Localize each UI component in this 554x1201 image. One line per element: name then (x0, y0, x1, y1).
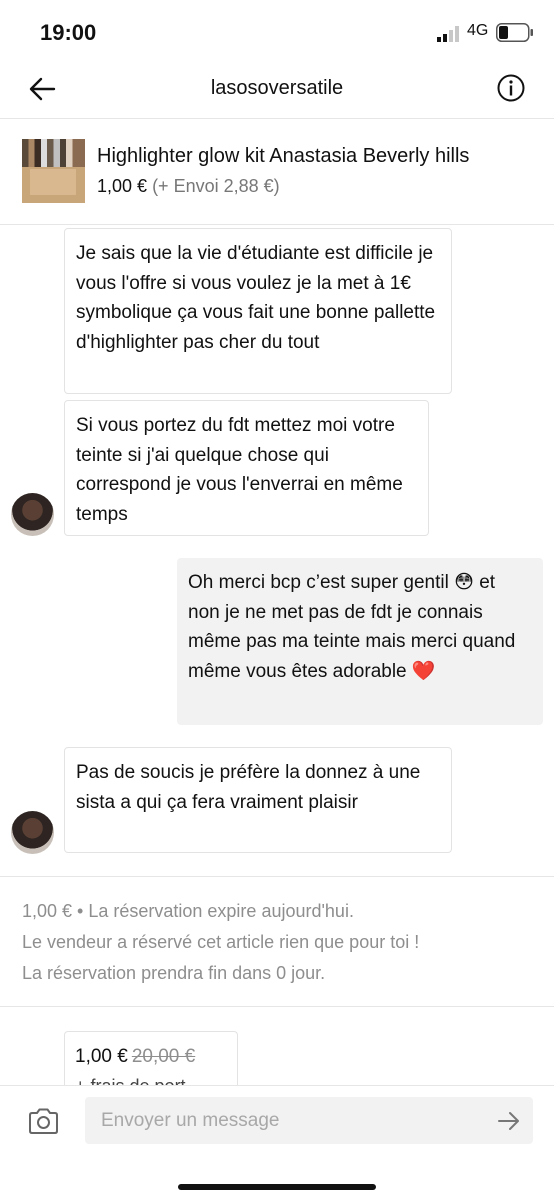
item-shipping: (+ Envoi 2,88 €) (152, 176, 280, 196)
item-summary[interactable]: Highlighter glow kit Anastasia Beverly h… (0, 121, 554, 203)
info-icon[interactable] (496, 73, 526, 103)
home-indicator (178, 1184, 376, 1190)
reservation-notice: 1,00 € • La réservation expire aujourd'h… (22, 896, 542, 989)
offer-old-price: 20,00 € (131, 1046, 196, 1067)
header-divider (0, 118, 554, 119)
message-composer (0, 1085, 554, 1201)
reservation-line-reserved: Le vendeur a réservé cet article rien qu… (22, 932, 420, 952)
item-divider (0, 224, 554, 225)
message-input[interactable] (85, 1097, 533, 1144)
reservation-line-end: La réservation prendra fin dans 0 jour. (22, 963, 326, 983)
message-bubble-sent: Oh merci bcp c’est super gentil 😳 et non… (177, 558, 543, 725)
message-text: Oh merci bcp c’est super gentil 😳 et non… (188, 572, 516, 682)
status-bar: 19:00 4G (0, 0, 554, 62)
battery-icon (496, 23, 533, 42)
seller-avatar[interactable] (11, 493, 54, 536)
camera-icon[interactable] (28, 1107, 59, 1135)
offer-card[interactable]: 1,00 €20,00 € + frais de port (64, 1031, 238, 1092)
status-time: 19:00 (40, 20, 97, 45)
message-bubble-received: Pas de soucis je préfère la donnez à une… (64, 747, 452, 853)
conversation-title: lasosoversatile (210, 77, 344, 99)
message-bubble-received: Je sais que la vie d'étudiante est diffi… (64, 228, 452, 394)
item-title: Highlighter glow kit Anastasia Beverly h… (97, 145, 470, 167)
network-type: 4G (467, 22, 489, 39)
conversation-header: lasosoversatile (0, 62, 554, 118)
message-bubble-received: Si vous portez du fdt mettez moi votre t… (64, 400, 429, 536)
item-thumbnail[interactable] (22, 139, 85, 203)
offer-price-line: 1,00 €20,00 € (75, 1046, 195, 1068)
item-price-line: 1,00 € (+ Envoi 2,88 €) (97, 176, 280, 197)
message-text: Si vous portez du fdt mettez moi votre t… (76, 415, 403, 525)
item-price: 1,00 € (97, 176, 148, 196)
signal-icon (437, 26, 459, 42)
offer-price: 1,00 € (75, 1046, 128, 1067)
message-text: Pas de soucis je préfère la donnez à une… (76, 762, 421, 813)
send-arrow-icon[interactable] (497, 1110, 521, 1132)
reservation-divider-top (0, 876, 554, 877)
reservation-divider-bottom (0, 1006, 554, 1007)
message-text: Je sais que la vie d'étudiante est diffi… (76, 243, 436, 353)
seller-avatar[interactable] (11, 811, 54, 854)
reservation-line-expiry: 1,00 € • La réservation expire aujourd'h… (22, 901, 354, 921)
